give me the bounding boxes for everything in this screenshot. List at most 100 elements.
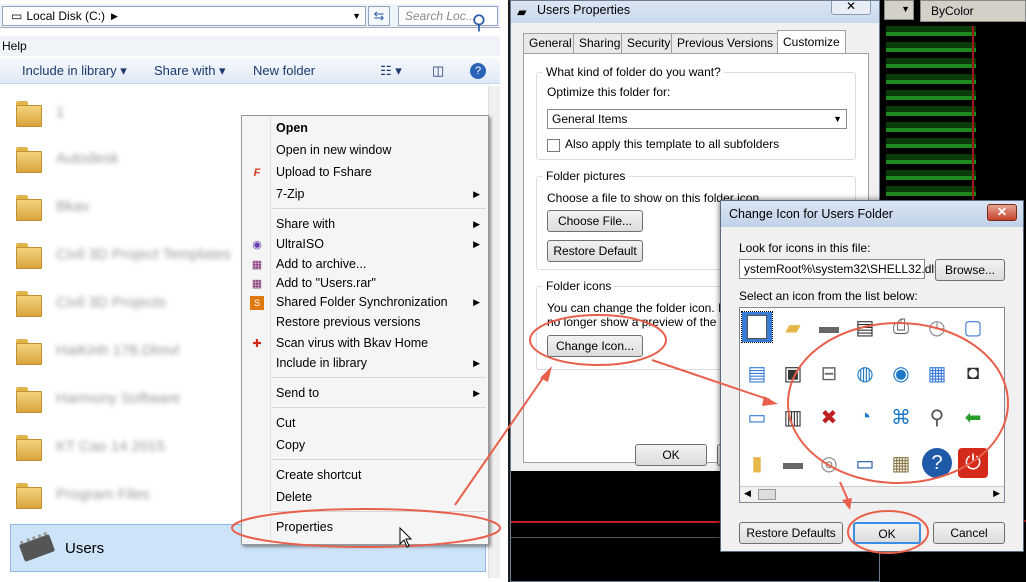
help-icon[interactable]: ? bbox=[470, 63, 486, 79]
menu-properties[interactable]: Properties bbox=[276, 517, 486, 537]
menu-share-with[interactable]: Share with ▶ bbox=[276, 214, 486, 234]
tab-general[interactable]: General bbox=[523, 33, 578, 53]
chevron-down-icon: ▼ bbox=[833, 114, 842, 124]
refresh-button[interactable]: ⇆ bbox=[368, 6, 390, 26]
folder-icon bbox=[14, 287, 42, 317]
address-dropdown-icon[interactable]: ▼ bbox=[352, 11, 361, 21]
breadcrumb-arrow-icon[interactable]: ▶ bbox=[111, 11, 118, 22]
menu-7zip-label: 7-Zip bbox=[276, 187, 305, 201]
menu-include-library[interactable]: Include in library ▶ bbox=[276, 353, 486, 373]
drive-icon[interactable]: ▬ bbox=[814, 312, 844, 342]
bycolor-combo[interactable]: ByColor bbox=[920, 0, 1026, 22]
menu-7zip[interactable]: 7-Zip ▶ bbox=[276, 184, 486, 204]
folder-icons-text-2: no longer show a preview of the folde bbox=[547, 315, 746, 329]
menu-ultraiso-label: UltraISO bbox=[276, 237, 324, 251]
menu-restore-versions[interactable]: Restore previous versions bbox=[276, 312, 486, 332]
tab-previous-versions[interactable]: Previous Versions bbox=[671, 33, 780, 53]
tab-customize[interactable]: Customize bbox=[777, 30, 846, 54]
preview-pane-icon[interactable]: ◫ bbox=[432, 63, 444, 79]
share-with-button[interactable]: Share with ▾ bbox=[154, 63, 226, 79]
icon-file-path-input[interactable]: ystemRoot%\system32\SHELL32.dll bbox=[739, 259, 937, 279]
browse-button[interactable]: Browse... bbox=[935, 259, 1005, 281]
bg-dropdown[interactable]: ▼ bbox=[884, 0, 914, 20]
globe-icon[interactable]: ◍ bbox=[850, 358, 880, 388]
choose-file-button[interactable]: Choose File... bbox=[547, 210, 643, 232]
disk-drive-icon[interactable]: ▣ bbox=[778, 358, 808, 388]
blank-window-icon[interactable]: ▭ bbox=[742, 402, 772, 432]
change-icon-button[interactable]: Change Icon... bbox=[547, 335, 643, 357]
chip-icon[interactable]: ▤ bbox=[850, 312, 880, 342]
views-icon[interactable]: ☷ ▾ bbox=[380, 63, 402, 79]
winrar-icon: ▦ bbox=[251, 278, 263, 290]
cancel-button[interactable]: Cancel bbox=[933, 522, 1005, 544]
chip-folder-icon bbox=[18, 534, 56, 562]
tab-security[interactable]: Security bbox=[621, 33, 677, 53]
disconnected-drive-icon[interactable]: ✖ bbox=[814, 402, 844, 432]
close-icon[interactable]: ✕ bbox=[987, 204, 1017, 221]
monitor-icon[interactable]: ▭ bbox=[850, 448, 880, 478]
search-input[interactable]: Search Loc... ⚲ bbox=[398, 6, 498, 33]
properties-title: Users Properties bbox=[537, 3, 631, 17]
vertical-scrollbar[interactable] bbox=[488, 86, 500, 578]
include-in-library-button[interactable]: Include in library ▾ bbox=[22, 63, 127, 79]
control-panel-icon[interactable]: ▦ bbox=[922, 358, 952, 388]
submenu-arrow-icon: ▶ bbox=[473, 189, 480, 199]
icon-grid[interactable]: ▰ ▬ ▤ ⎙ ◷ ▢ ▤ ▣ ⊟ ◍ ◉ ▦ ◘ ▭ ▥ ✖ ◔ ⌘ ⚲ ⬅ … bbox=[739, 307, 1005, 503]
menu-ultraiso[interactable]: UltraISO ▶ bbox=[276, 234, 486, 254]
folder-icon bbox=[14, 239, 42, 269]
folder-icons-label: Folder icons bbox=[543, 279, 615, 293]
power-icon[interactable]: ⏻ bbox=[958, 448, 988, 478]
horizontal-scrollbar[interactable]: ◀ ▶ bbox=[740, 486, 1004, 502]
network-icon[interactable]: ⌘ bbox=[886, 402, 916, 432]
calculator-icon[interactable]: ▦ bbox=[886, 448, 916, 478]
speaker-icon[interactable]: ◘ bbox=[958, 358, 988, 388]
printer-icon[interactable]: ⎙ bbox=[886, 312, 916, 342]
text-file-icon[interactable]: ▤ bbox=[742, 358, 772, 388]
network-globe-icon[interactable]: ◉ bbox=[886, 358, 916, 388]
scroll-right-icon[interactable]: ▶ bbox=[993, 488, 1000, 499]
apply-subfolders-checkbox[interactable] bbox=[547, 139, 560, 152]
tab-sharing[interactable]: Sharing bbox=[573, 33, 627, 53]
ok-button[interactable]: OK bbox=[853, 522, 921, 544]
document-icon[interactable] bbox=[741, 311, 773, 343]
menu-help[interactable]: Help bbox=[2, 39, 27, 53]
folder-icon[interactable]: ▰ bbox=[778, 312, 808, 342]
menu-upload-fshare[interactable]: Upload to Fshare bbox=[276, 162, 486, 182]
window-icon[interactable]: ▢ bbox=[958, 312, 988, 342]
menu-add-archive[interactable]: Add to archive... bbox=[276, 254, 486, 274]
removable-drive-icon[interactable]: ▬ bbox=[778, 448, 808, 478]
menu-send-to[interactable]: Send to ▶ bbox=[276, 383, 486, 403]
submenu-arrow-icon: ▶ bbox=[473, 297, 480, 307]
floppy-icon[interactable]: ▥ bbox=[778, 402, 808, 432]
menu-cut[interactable]: Cut bbox=[276, 413, 486, 433]
menu-delete[interactable]: Delete bbox=[276, 487, 486, 507]
new-folder-button[interactable]: New folder bbox=[253, 63, 315, 78]
network-drive-icon[interactable]: ⊟ bbox=[814, 358, 844, 388]
restore-default-button[interactable]: Restore Default bbox=[547, 240, 643, 262]
scroll-thumb[interactable] bbox=[758, 489, 776, 500]
menu-create-shortcut[interactable]: Create shortcut bbox=[276, 465, 486, 485]
close-button[interactable]: ✕ bbox=[831, 1, 871, 15]
scroll-left-icon[interactable]: ◀ bbox=[744, 488, 751, 499]
properties-ok-button[interactable]: OK bbox=[635, 444, 707, 466]
select-icon-label: Select an icon from the list below: bbox=[739, 289, 918, 303]
menu-scan-bkav[interactable]: Scan virus with Bkav Home bbox=[276, 333, 486, 353]
address-field[interactable]: ▭ Local Disk (C:) ▶ ▼ bbox=[2, 6, 366, 26]
cd-drive-icon[interactable]: ◎ bbox=[814, 448, 844, 478]
magnifier-icon[interactable]: ⚲ bbox=[922, 402, 952, 432]
menu-open[interactable]: Open bbox=[276, 118, 486, 138]
clock-icon[interactable]: ◷ bbox=[922, 312, 952, 342]
menu-sync-label: Shared Folder Synchronization bbox=[276, 295, 448, 309]
restore-defaults-button[interactable]: Restore Defaults bbox=[739, 522, 843, 544]
optimize-select[interactable]: General Items ▼ bbox=[547, 109, 847, 129]
mouse-globe-icon[interactable]: ◔ bbox=[850, 402, 880, 432]
fshare-icon: F bbox=[253, 167, 261, 179]
arrow-icon[interactable]: ⬅ bbox=[958, 402, 988, 432]
help-icon[interactable]: ? bbox=[922, 448, 952, 478]
folder-open-icon[interactable]: ▮ bbox=[742, 448, 772, 478]
menu-shared-folder-sync[interactable]: Shared Folder Synchronization ▶ bbox=[276, 292, 486, 312]
menu-copy[interactable]: Copy bbox=[276, 435, 486, 455]
look-for-label: Look for icons in this file: bbox=[739, 241, 871, 255]
menu-open-new-window[interactable]: Open in new window bbox=[276, 140, 486, 160]
menu-add-users-rar[interactable]: Add to "Users.rar" bbox=[276, 273, 486, 293]
